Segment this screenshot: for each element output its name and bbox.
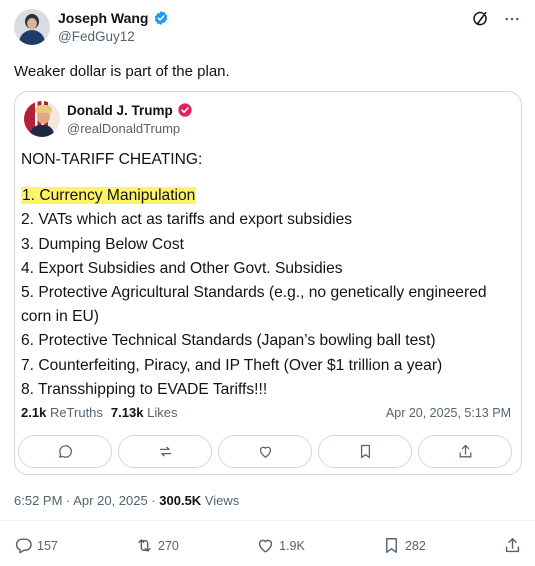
quoted-bookmark-button[interactable] (318, 435, 412, 468)
list-item: 6. Protective Technical Standards (Japan… (21, 332, 436, 350)
list-item: 7. Counterfeiting, Piracy, and IP Theft … (21, 356, 443, 374)
post: Joseph Wang @FedGuy12 Weaker dollar is p… (0, 0, 535, 566)
list-item: 2. VATs which act as tariffs and export … (21, 211, 353, 229)
heart-icon (258, 539, 273, 553)
list-item: 5. Protective Agricultural Standards (e.… (21, 284, 487, 326)
post-timestamp[interactable]: 6:52 PM · Apr 20, 2025 · (14, 493, 156, 508)
bookmark-icon (360, 444, 370, 459)
retruth-icon (159, 446, 171, 457)
share-icon (505, 538, 520, 553)
retruths-label: ReTruths (49, 405, 103, 420)
share-button[interactable] (503, 536, 522, 555)
heart-icon (259, 446, 271, 458)
quoted-share-button[interactable] (418, 435, 512, 468)
quoted-like-button[interactable] (218, 435, 312, 468)
repost-count: 270 (158, 538, 179, 553)
bookmark-icon (385, 538, 397, 553)
author-name[interactable]: Joseph Wang (58, 10, 149, 26)
author-name-row: Joseph Wang (58, 10, 169, 26)
list-item: 4. Export Subsidies and Other Govt. Subs… (21, 259, 343, 277)
post-top-controls (471, 10, 521, 28)
views-count: 300.5K (159, 493, 202, 508)
retruths-count: 2.1k (21, 405, 47, 420)
reply-button[interactable]: 157 (14, 536, 58, 555)
post-text: Weaker dollar is part of the plan. (14, 63, 230, 80)
post-meta: 6:52 PM · Apr 20, 2025 · 300.5K Views (14, 493, 239, 508)
quoted-author-handle[interactable]: @realDonaldTrump (67, 121, 180, 136)
repost-icon (138, 539, 151, 552)
retruths-stat[interactable]: 2.1k ReTruths (21, 405, 103, 420)
repost-button[interactable]: 270 (135, 536, 179, 555)
list-item: 3. Dumping Below Cost (21, 235, 184, 253)
list-item: 8. Transshipping to EVADE Tariffs!!! (21, 380, 268, 398)
reply-count: 157 (37, 538, 58, 553)
list-item: 1. Currency Manipulation (21, 184, 517, 208)
bookmark-count: 282 (404, 538, 426, 553)
quoted-likes-count: 7.13k (110, 405, 144, 420)
author-handle[interactable]: @FedGuy12 (58, 29, 135, 44)
quoted-heading: NON-TARIFF CHEATING: (21, 151, 203, 168)
truth-verified-icon (178, 103, 192, 117)
reply-icon (15, 538, 32, 554)
quoted-likes-label: Likes (147, 405, 178, 420)
quoted-retruth-button[interactable] (118, 435, 212, 468)
likes-stat[interactable]: 7.13k Likes (111, 405, 178, 420)
share-icon (459, 444, 471, 458)
quoted-author-name[interactable]: Donald J. Trump (67, 103, 173, 118)
quoted-action-bar (18, 435, 512, 468)
grok-icon[interactable] (471, 10, 489, 28)
quoted-name-row: Donald J. Trump (67, 102, 193, 118)
highlighted-text: 1. Currency Manipulation (21, 187, 197, 205)
like-button[interactable]: 1.9K (256, 536, 305, 555)
post-action-bar: 157 270 1.9K 282 (14, 536, 522, 555)
quoted-text: NON-TARIFF CHEATING: 1. Currency Manipul… (21, 148, 517, 402)
more-icon[interactable] (503, 10, 521, 28)
views-label: Views (204, 493, 240, 508)
quoted-post[interactable]: Donald J. Trump @realDonaldTrump NON-TAR… (14, 91, 522, 475)
like-count: 1.9K (279, 538, 305, 553)
reply-icon (58, 445, 72, 458)
quoted-author-avatar[interactable] (24, 101, 60, 137)
quoted-timestamp: Apr 20, 2025, 5:13 PM (385, 406, 511, 420)
bookmark-button[interactable]: 282 (382, 536, 426, 555)
divider (0, 520, 535, 521)
verified-badge-icon (154, 11, 167, 25)
quoted-stats: 2.1k ReTruths 7.13k Likes (21, 405, 177, 420)
author-avatar[interactable] (14, 9, 50, 45)
quoted-reply-button[interactable] (18, 435, 112, 468)
